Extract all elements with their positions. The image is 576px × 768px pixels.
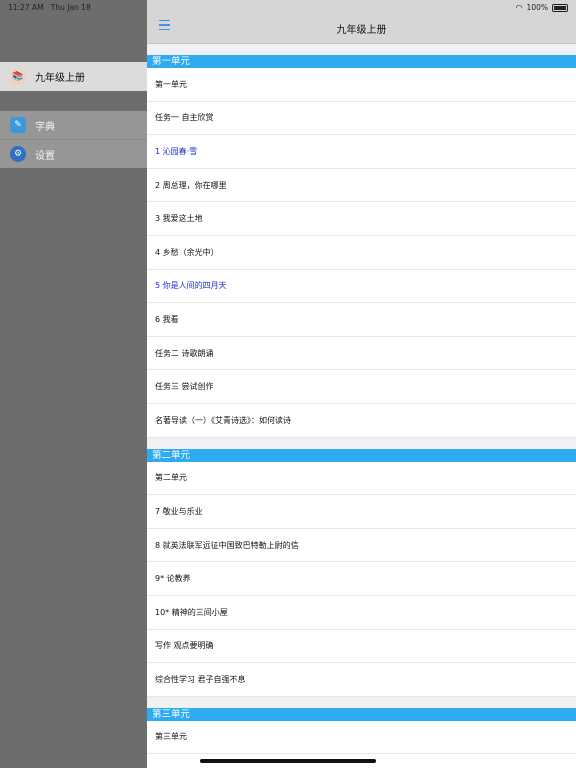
sidebar-item-dictionary[interactable]: ✎ 字典 bbox=[0, 111, 147, 139]
list-item[interactable]: 名著导读（一）《艾青诗选》：如何读诗 bbox=[147, 404, 576, 438]
status-time-date: 11:27 AM Thu Jan 18 bbox=[8, 3, 91, 12]
list-item[interactable]: 4 乡愁（余光中） bbox=[147, 236, 576, 270]
battery-icon bbox=[552, 3, 568, 12]
book-icon: 📚 bbox=[10, 68, 26, 85]
list-item[interactable]: 5 你是人间的四月天 bbox=[147, 270, 576, 304]
list-item[interactable]: 9* 论教养 bbox=[147, 562, 576, 596]
list-item[interactable]: 1 沁园春·雪 bbox=[147, 135, 576, 169]
list-item[interactable]: 第三单元 bbox=[147, 721, 576, 755]
sidebar-item-label: 设置 bbox=[35, 150, 55, 162]
status-bar: 11:27 AM Thu Jan 18 ◠ 100% bbox=[0, 0, 576, 14]
page-title: 九年级上册 bbox=[336, 25, 387, 36]
list-item[interactable]: 第一单元 bbox=[147, 68, 576, 102]
list-item[interactable]: 8 就英法联军远征中国致巴特勒上尉的信 bbox=[147, 529, 576, 563]
list-item[interactable]: 综合性学习 君子自强不息 bbox=[147, 663, 576, 697]
gear-icon: ⚙ bbox=[10, 146, 26, 162]
list-item[interactable]: 任务三 尝试创作 bbox=[147, 370, 576, 404]
section-header: 第一单元 bbox=[147, 55, 576, 68]
sidebar-item-settings[interactable]: ⚙ 设置 bbox=[0, 140, 147, 168]
sidebar-item-label: 九年级上册 bbox=[35, 73, 85, 84]
status-right: ◠ 100% bbox=[516, 3, 568, 12]
list-item[interactable]: 3 我爱这土地 bbox=[147, 202, 576, 236]
section-header: 第三单元 bbox=[147, 707, 576, 721]
list-item[interactable]: 写作 观点要明确 bbox=[147, 630, 576, 664]
section-gap bbox=[147, 44, 576, 55]
status-time: 11:27 AM bbox=[8, 3, 44, 12]
list-item[interactable]: 任务二 诗歌朗诵 bbox=[147, 337, 576, 371]
list-item[interactable]: 第二单元 bbox=[147, 462, 576, 496]
sidebar: 📚 九年级上册 ✎ 字典 ⚙ 设置 bbox=[0, 0, 147, 768]
list-item[interactable]: 10* 精神的三间小屋 bbox=[147, 596, 576, 630]
sidebar-item-label: 字典 bbox=[35, 121, 55, 133]
section-gap bbox=[147, 437, 576, 449]
list-item[interactable]: 任务一 自主欣赏 bbox=[147, 102, 576, 136]
list-item[interactable]: 6 我看 bbox=[147, 303, 576, 337]
status-date: Thu Jan 18 bbox=[50, 3, 91, 12]
lesson-list: 第一单元 第一单元 任务一 自主欣赏 1 沁园春·雪 2 周总理，你在哪里 3 … bbox=[147, 44, 576, 755]
main-panel: 九年级上册 第一单元 第一单元 任务一 自主欣赏 1 沁园春·雪 2 周总理，你… bbox=[147, 0, 576, 768]
battery-percent: 100% bbox=[526, 3, 548, 12]
list-item[interactable]: 2 周总理，你在哪里 bbox=[147, 169, 576, 203]
list-item[interactable]: 7 敬业与乐业 bbox=[147, 495, 576, 529]
dictionary-icon: ✎ bbox=[10, 117, 26, 133]
section-gap bbox=[147, 696, 576, 708]
section-header: 第二单元 bbox=[147, 448, 576, 462]
sidebar-item-book[interactable]: 📚 九年级上册 bbox=[0, 62, 147, 91]
wifi-icon: ◠ bbox=[515, 3, 523, 12]
home-indicator[interactable] bbox=[200, 759, 376, 763]
